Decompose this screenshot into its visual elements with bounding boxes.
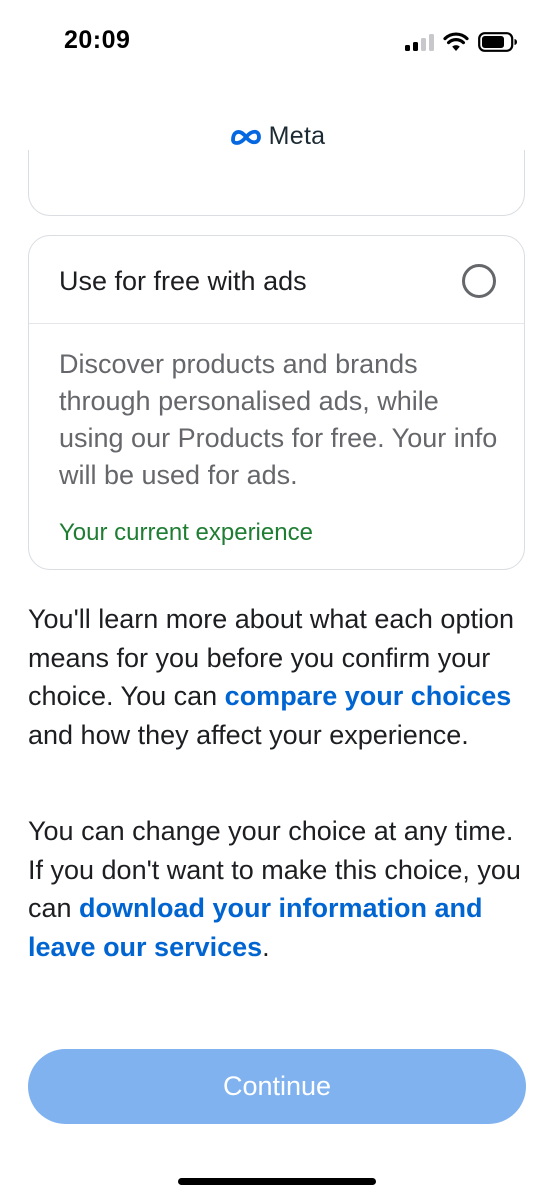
previous-option-card[interactable] — [28, 150, 525, 216]
current-experience-label: Your current experience — [59, 519, 313, 546]
info-text: . — [262, 931, 270, 962]
battery-icon — [478, 32, 517, 52]
home-indicator[interactable] — [178, 1178, 376, 1185]
meta-logo-text: Meta — [268, 122, 326, 150]
info-text: and how they affect your experience. — [28, 719, 469, 750]
compare-choices-link[interactable]: compare your choices — [225, 681, 512, 711]
cellular-signal-icon — [405, 33, 434, 51]
option-card-free-with-ads[interactable]: Use for free with ads Discover products … — [28, 235, 525, 570]
radio-button[interactable] — [462, 264, 496, 298]
continue-button[interactable]: Continue — [28, 1049, 526, 1124]
option-title: Use for free with ads — [59, 266, 307, 296]
info-paragraph-download: You can change your choice at any time. … — [28, 812, 526, 966]
wifi-icon — [443, 32, 469, 51]
download-info-link[interactable]: download your information and leave our … — [28, 893, 483, 962]
status-bar: 20:09 — [0, 0, 554, 84]
status-time: 20:09 — [64, 26, 131, 54]
option-card-header[interactable]: Use for free with ads — [29, 236, 524, 324]
meta-infinity-icon — [230, 129, 261, 145]
status-icons — [405, 30, 518, 54]
option-description: Discover products and brands through per… — [59, 349, 498, 490]
info-paragraph-compare: You'll learn more about what each option… — [28, 600, 526, 754]
meta-logo: Meta — [0, 122, 554, 151]
